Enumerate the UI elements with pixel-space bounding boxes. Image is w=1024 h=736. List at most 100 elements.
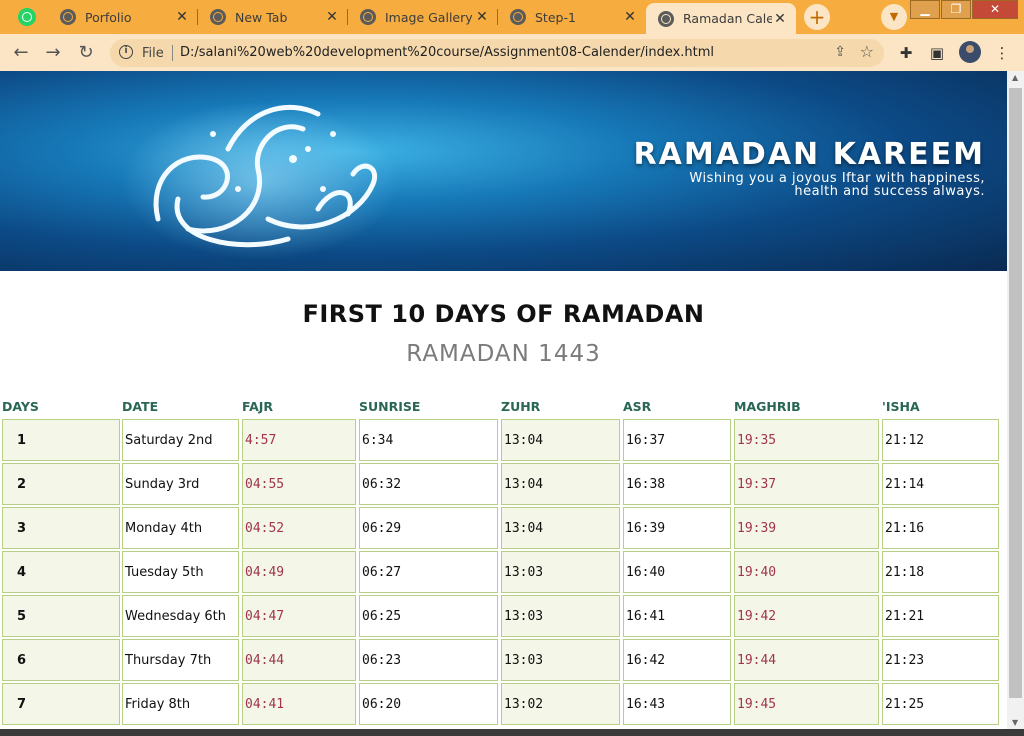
isha-cell: 21:12: [882, 419, 999, 461]
browser-toolbar: ← → ↻ i File D:/salani%20web%20developme…: [0, 34, 1024, 71]
isha-cell: 21:23: [882, 639, 999, 681]
asr-cell: 16:43: [623, 683, 731, 725]
zuhr-cell: 13:04: [501, 463, 620, 505]
scroll-down-arrow-icon[interactable]: ▼: [1012, 718, 1018, 727]
sunrise-cell: 06:29: [359, 507, 498, 549]
window-close-icon[interactable]: ✕: [972, 0, 1018, 19]
table-row: 4 Tuesday 5th 04:49 06:27 13:03 16:40 19:40 21:…: [0, 551, 1007, 593]
tab-search-chevron-icon[interactable]: ▼: [881, 4, 907, 30]
asr-cell: 16:39: [623, 507, 731, 549]
zuhr-cell: 13:03: [501, 551, 620, 593]
page-title: FIRST 10 DAYS OF RAMADAN: [302, 300, 705, 328]
tab-title: Step-1: [535, 9, 576, 25]
maghrib-cell: 19:35: [734, 419, 879, 461]
date-cell: Monday 4th: [122, 507, 239, 549]
share-icon[interactable]: ⇪: [834, 44, 846, 60]
site-info-icon[interactable]: i: [119, 45, 133, 59]
table-row: 5 Wednesday 6th 04:47 06:25 13:03 16:41 19:42 2…: [0, 595, 1007, 637]
table-row: 1 Saturday 2nd 4:57 6:34 13:04 16:37 19:35 21:1…: [0, 419, 1007, 461]
profile-avatar[interactable]: [959, 41, 981, 63]
close-tab-icon[interactable]: ✕: [622, 9, 638, 25]
zuhr-cell: 13:03: [501, 639, 620, 681]
back-arrow-icon[interactable]: ←: [9, 41, 33, 65]
minimize-icon[interactable]: ▁: [910, 0, 940, 19]
tab-ramadan-calendar[interactable]: Ramadan Calen ✕: [646, 3, 796, 34]
date-cell: Saturday 2nd: [122, 419, 239, 461]
banner-title: RAMADAN KAREEM: [633, 137, 985, 172]
forward-arrow-icon[interactable]: →: [41, 41, 65, 65]
fajr-cell: 04:47: [242, 595, 356, 637]
asr-cell: 16:38: [623, 463, 731, 505]
date-cell: Friday 8th: [122, 683, 239, 725]
table-row: 2 Sunday 3rd 04:55 06:32 13:04 16:38 19:37 21:1…: [0, 463, 1007, 505]
close-tab-icon[interactable]: ✕: [772, 11, 788, 27]
sunrise-cell: 06:23: [359, 639, 498, 681]
table-row: 3 Monday 4th 04:52 06:29 13:04 16:39 19:39 21:1…: [0, 507, 1007, 549]
new-tab-plus-icon[interactable]: +: [804, 4, 830, 30]
maghrib-cell: 19:40: [734, 551, 879, 593]
close-tab-icon[interactable]: ✕: [474, 9, 490, 25]
close-tab-icon[interactable]: ✕: [324, 9, 340, 25]
file-label: File: [142, 46, 164, 61]
day-cell: 3: [2, 507, 120, 549]
maghrib-cell: 19:42: [734, 595, 879, 637]
sunrise-cell: 06:20: [359, 683, 498, 725]
extensions-puzzle-icon[interactable]: ✚: [896, 43, 916, 63]
globe-icon: [60, 9, 76, 25]
address-bar[interactable]: i File D:/salani%20web%20development%20c…: [110, 39, 884, 67]
header-days: DAYS: [2, 399, 39, 414]
sunrise-cell: 06:32: [359, 463, 498, 505]
globe-icon: [658, 10, 674, 27]
maghrib-cell: 19:37: [734, 463, 879, 505]
url-text[interactable]: D:/salani%20web%20development%20course/A…: [180, 45, 714, 60]
zuhr-cell: 13:04: [501, 507, 620, 549]
close-tab-icon[interactable]: ✕: [174, 9, 190, 25]
tab-title: Ramadan Calen: [683, 11, 772, 26]
asr-cell: 16:40: [623, 551, 731, 593]
os-taskbar: [0, 729, 1024, 736]
fajr-cell: 4:57: [242, 419, 356, 461]
scrollbar-thumb[interactable]: [1009, 88, 1022, 698]
tab-step-1[interactable]: Step-1 ✕: [498, 4, 646, 30]
header-zuhr: ZUHR: [501, 399, 541, 414]
header-sunrise: SUNRISE: [359, 399, 421, 414]
table-header-row: DAYS DATE FAJR SUNRISE ZUHR ASR MAGHRIB …: [0, 399, 1007, 417]
table-row: 6 Thursday 7th 04:44 06:23 13:03 16:42 19:44 21…: [0, 639, 1007, 681]
day-cell: 2: [2, 463, 120, 505]
fajr-cell: 04:49: [242, 551, 356, 593]
side-panel-icon[interactable]: ▣: [927, 43, 947, 63]
scroll-up-arrow-icon[interactable]: ▲: [1012, 73, 1018, 82]
header-asr: ASR: [623, 399, 652, 414]
bookmark-star-icon[interactable]: ☆: [860, 42, 874, 61]
date-cell: Sunday 3rd: [122, 463, 239, 505]
tab-image-gallery[interactable]: Image Gallery ✕: [348, 4, 498, 30]
globe-icon: [360, 9, 376, 25]
isha-cell: 21:14: [882, 463, 999, 505]
maghrib-cell: 19:44: [734, 639, 879, 681]
day-cell: 4: [2, 551, 120, 593]
whatsapp-tab-icon[interactable]: [18, 8, 36, 26]
vertical-scrollbar[interactable]: ▲ ▼: [1007, 71, 1024, 729]
zuhr-cell: 13:03: [501, 595, 620, 637]
page-subtitle: RAMADAN 1443: [406, 341, 601, 367]
fajr-cell: 04:44: [242, 639, 356, 681]
maghrib-cell: 19:45: [734, 683, 879, 725]
reload-icon[interactable]: ↻: [74, 41, 98, 65]
window-controls: ▁ ❐ ✕: [909, 0, 1018, 19]
sunrise-cell: 6:34: [359, 419, 498, 461]
header-maghrib: MAGHRIB: [734, 399, 801, 414]
zuhr-cell: 13:04: [501, 419, 620, 461]
isha-cell: 21:18: [882, 551, 999, 593]
divider: [172, 45, 173, 61]
globe-icon: [510, 9, 526, 25]
tab-porfolio[interactable]: Porfolio ✕: [48, 4, 198, 30]
ramadan-banner: RAMADAN KAREEM Wishing you a joyous Ifta…: [0, 71, 1007, 271]
restore-icon[interactable]: ❐: [941, 0, 971, 19]
zuhr-cell: 13:02: [501, 683, 620, 725]
asr-cell: 16:41: [623, 595, 731, 637]
menu-kebab-icon[interactable]: ⋮: [992, 43, 1012, 63]
arabic-calligraphy-icon: [153, 104, 378, 248]
tab-new-tab[interactable]: New Tab ✕: [198, 4, 348, 30]
chrome-icon: [210, 9, 226, 25]
fajr-cell: 04:55: [242, 463, 356, 505]
